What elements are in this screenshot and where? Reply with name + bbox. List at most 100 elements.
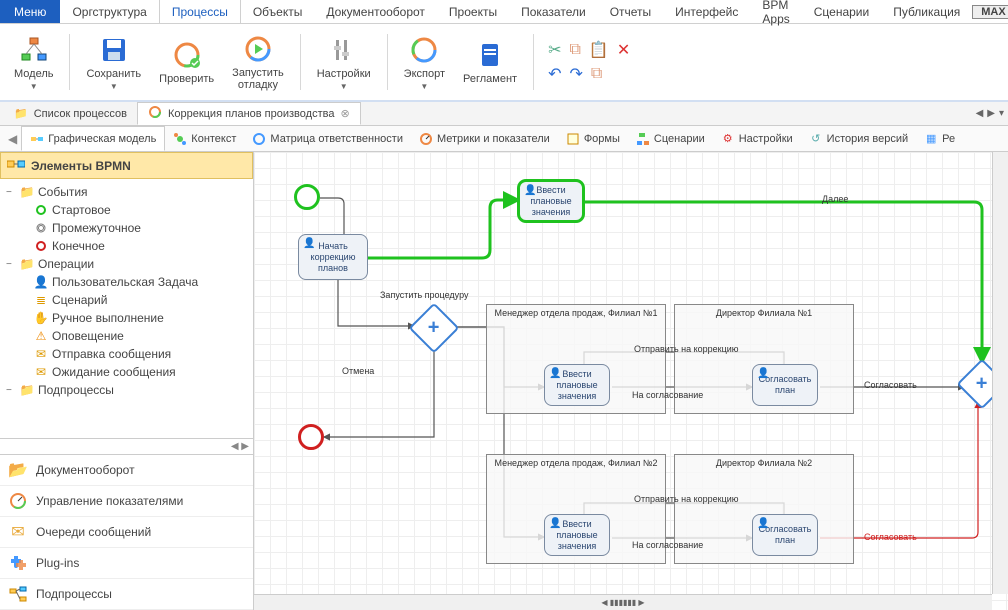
bpmn-task-enter-1[interactable]: 👤 Ввести плановые значения xyxy=(544,364,610,406)
user-icon: 👤 xyxy=(524,185,536,196)
undo-icon[interactable]: ↶ xyxy=(548,64,561,84)
menu-tab-docflow[interactable]: Документооборот xyxy=(314,0,437,23)
flow-label-ok2: Согласовать xyxy=(864,532,917,542)
menu-tab-scenarios[interactable]: Сценарии xyxy=(802,0,881,23)
close-tab-icon[interactable]: ⊗ xyxy=(340,107,349,120)
receive-task-icon: ✉ xyxy=(34,365,48,379)
model-icon xyxy=(18,34,50,66)
folder-icon: 📁 xyxy=(20,257,34,271)
menu-tab-bpmapps[interactable]: BPM Apps xyxy=(750,0,801,23)
export-icon xyxy=(408,34,440,66)
ribbon-check-label: Проверить xyxy=(159,73,214,85)
menu-button[interactable]: Меню xyxy=(0,0,60,23)
view-tab-history[interactable]: ↺ История версий xyxy=(801,126,916,151)
paste-special-icon[interactable]: ⧉ xyxy=(591,65,602,83)
bpmn-task-enter-2[interactable]: 👤 Ввести плановые значения xyxy=(544,514,610,556)
canvas-hscroll[interactable]: ◀ ▮▮▮▮▮▮ ▶ xyxy=(254,594,992,610)
menu-tab-projects[interactable]: Проекты xyxy=(437,0,509,23)
tree-ops-group[interactable]: −📁Операции xyxy=(2,255,251,273)
menu-tab-kpi[interactable]: Показатели xyxy=(509,0,598,23)
diagram-canvas[interactable]: 👤 Начать коррекцию планов 👤 Ввести плано… xyxy=(254,152,1008,610)
reg-icon: ▦ xyxy=(924,132,938,146)
copy-icon[interactable]: ⧉ xyxy=(569,41,580,59)
ribbon-model[interactable]: Модель ▼ xyxy=(8,34,59,91)
ribbon-reglament[interactable]: Регламент xyxy=(457,39,523,85)
view-scroll-left-icon[interactable]: ◀ xyxy=(4,132,21,146)
tab-scroll-left-icon[interactable]: ◀ xyxy=(976,108,984,119)
menu-tab-org[interactable]: Оргструктура xyxy=(60,0,158,23)
view-tab-metrics[interactable]: Метрики и показатели xyxy=(411,126,558,151)
tab-scroll-right-icon[interactable]: ▶ xyxy=(987,108,995,119)
tree-op-user[interactable]: 👤Пользовательская Задача xyxy=(2,273,251,291)
user-icon: 👤 xyxy=(549,518,561,529)
bpmn-task-start-correction[interactable]: 👤 Начать коррекцию планов xyxy=(298,234,368,280)
save-icon xyxy=(98,34,130,66)
view-tab-context-label: Контекст xyxy=(191,133,236,145)
end-event-icon xyxy=(34,239,48,253)
forms-icon xyxy=(566,132,580,146)
ribbon-settings[interactable]: Настройки ▼ xyxy=(311,34,377,91)
tree-op-wait[interactable]: ✉Ожидание сообщения xyxy=(2,363,251,381)
bpmn-start-event[interactable] xyxy=(294,184,320,210)
view-tab-reg[interactable]: ▦ Ре xyxy=(916,126,963,151)
doc-tab-list[interactable]: 📁 Список процессов xyxy=(4,102,137,125)
doc-tab-active[interactable]: Коррекция планов производства ⊗ xyxy=(137,102,361,125)
menu-tab-objects[interactable]: Объекты xyxy=(241,0,315,23)
flow-label-corr2: Отправить на коррекцию xyxy=(634,494,739,504)
plugin-icon xyxy=(8,554,28,572)
menu-tab-processes[interactable]: Процессы xyxy=(159,0,241,23)
menu-tab-interface[interactable]: Интерфейс xyxy=(663,0,750,23)
view-tab-matrix[interactable]: Матрица ответственности xyxy=(244,126,411,151)
tree-event-end[interactable]: Конечное xyxy=(2,237,251,255)
view-tab-forms[interactable]: Формы xyxy=(558,126,628,151)
settings-v-icon: ⚙ xyxy=(721,132,735,146)
tree-sub-group[interactable]: −📁Подпроцессы xyxy=(2,381,251,399)
ribbon-debug[interactable]: Запуститьотладку xyxy=(226,33,290,91)
dropdown-arrow-icon: ▼ xyxy=(110,82,118,91)
bpmn-end-event[interactable] xyxy=(298,424,324,450)
bpmn-task-enter-values-top[interactable]: 👤 Ввести плановые значения xyxy=(518,180,584,222)
view-tab-settings[interactable]: ⚙ Настройки xyxy=(713,126,801,151)
flow-label-ok1: Согласовать xyxy=(864,380,917,390)
sb-cat-sub[interactable]: Подпроцессы xyxy=(0,579,253,610)
tree-event-inter[interactable]: Промежуточное xyxy=(2,219,251,237)
send-task-icon: ✉ xyxy=(34,347,48,361)
ribbon-check[interactable]: Проверить xyxy=(153,39,220,85)
ribbon-save[interactable]: Сохранить ▼ xyxy=(80,34,147,91)
tree-op-notify[interactable]: ⚠Оповещение xyxy=(2,327,251,345)
ribbon-export[interactable]: Экспорт ▼ xyxy=(398,34,451,91)
tree-event-start[interactable]: Стартовое xyxy=(2,201,251,219)
paste-icon[interactable]: 📋 xyxy=(589,40,609,60)
view-tab-scenarios[interactable]: Сценарии xyxy=(628,126,713,151)
ribbon-debug-label: Запуститьотладку xyxy=(232,67,284,91)
sb-cat-plugins[interactable]: Plug-ins xyxy=(0,548,253,579)
view-tab-graph[interactable]: Графическая модель xyxy=(21,126,165,151)
canvas-vscroll[interactable] xyxy=(992,152,1008,594)
sb-cat-docflow[interactable]: 📂Документооборот xyxy=(0,455,253,486)
menu-tab-publish[interactable]: Публикация xyxy=(881,0,972,23)
tree-op-scenario[interactable]: ≣Сценарий xyxy=(2,291,251,309)
redo-icon[interactable]: ↷ xyxy=(569,64,582,84)
flow-label-run: Запустить процедуру xyxy=(380,290,468,300)
sidebar-tree-scroll[interactable]: ◀ ▶ xyxy=(0,438,253,454)
sb-cat-kpi[interactable]: Управление показателями xyxy=(0,486,253,517)
tree-op-send[interactable]: ✉Отправка сообщения xyxy=(2,345,251,363)
max-button[interactable]: MAX xyxy=(972,5,1008,19)
menu-tab-reports[interactable]: Отчеты xyxy=(598,0,663,23)
cut-icon[interactable]: ✂ xyxy=(548,40,561,60)
flow-label-next: Далее xyxy=(822,194,848,204)
process-icon xyxy=(148,105,162,122)
tab-menu-icon[interactable]: ▾ xyxy=(999,108,1004,119)
view-tab-matrix-label: Матрица ответственности xyxy=(270,133,403,145)
sb-cat-queue[interactable]: ✉Очереди сообщений xyxy=(0,517,253,548)
delete-icon[interactable]: ✕ xyxy=(617,40,630,60)
sidebar-tree[interactable]: −📁События Стартовое Промежуточное Конечн… xyxy=(0,179,253,438)
tree-op-manual[interactable]: ✋Ручное выполнение xyxy=(2,309,251,327)
bpmn-task-approve-1[interactable]: 👤 Согласовать план xyxy=(752,364,818,406)
sidebar-header-bpmn[interactable]: Элементы BPMN xyxy=(0,152,253,179)
view-tab-context[interactable]: Контекст xyxy=(165,126,244,151)
user-icon: 👤 xyxy=(303,238,315,249)
bpmn-task-approve-2[interactable]: 👤 Согласовать план xyxy=(752,514,818,556)
folder-icon: 📁 xyxy=(14,107,28,120)
tree-events-group[interactable]: −📁События xyxy=(2,183,251,201)
